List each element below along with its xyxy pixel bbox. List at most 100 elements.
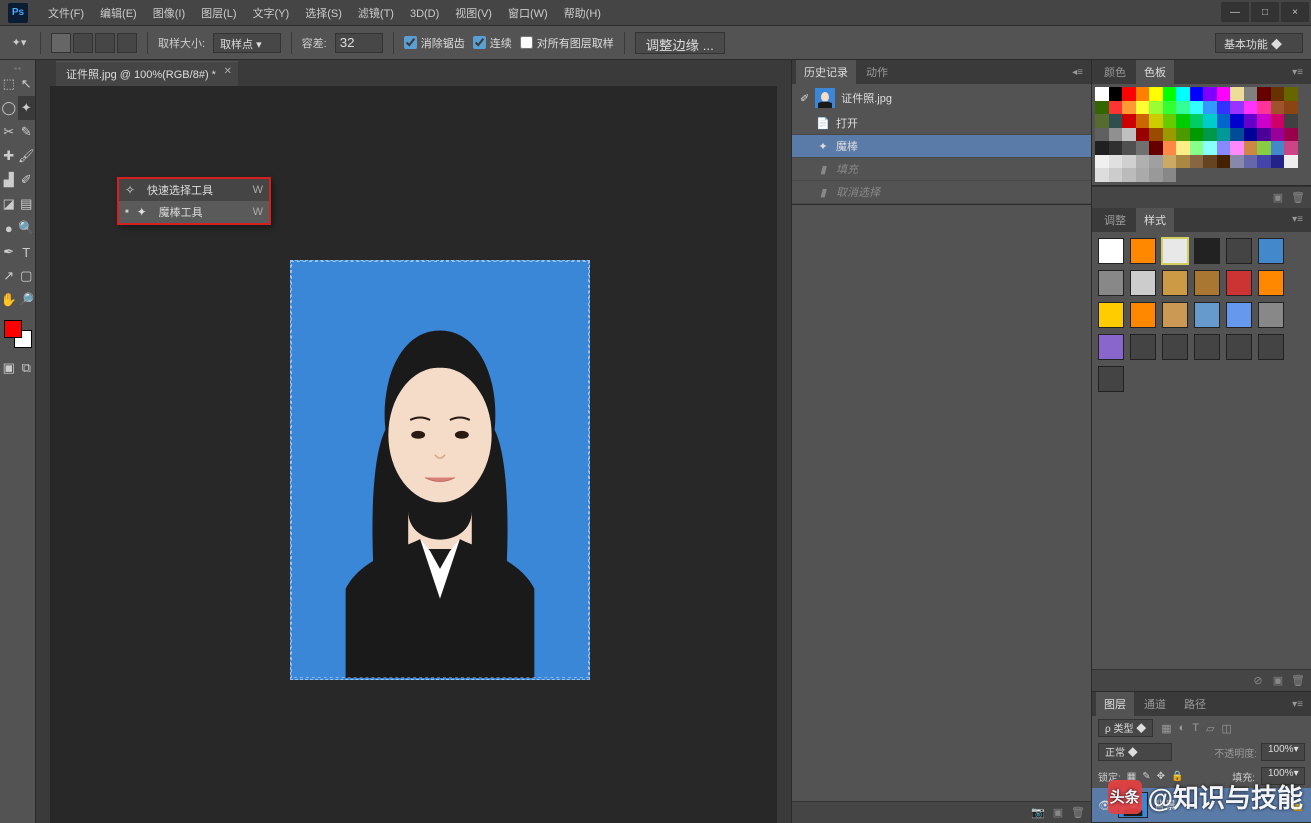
toolbar-collapse[interactable] [36, 60, 50, 823]
swatch[interactable] [1163, 114, 1177, 128]
swatch[interactable] [1271, 155, 1285, 169]
swatch[interactable] [1271, 101, 1285, 115]
style-preset[interactable] [1162, 302, 1188, 328]
swatch[interactable] [1163, 141, 1177, 155]
stamp-tool[interactable]: ▟ [0, 168, 18, 192]
style-preset[interactable] [1130, 238, 1156, 264]
swatch[interactable] [1203, 141, 1217, 155]
swatch[interactable] [1136, 128, 1150, 142]
swatch[interactable] [1149, 168, 1163, 182]
swatch[interactable] [1217, 87, 1231, 101]
swatch[interactable] [1244, 101, 1258, 115]
style-preset[interactable] [1162, 270, 1188, 296]
swatch[interactable] [1163, 155, 1177, 169]
swatch[interactable] [1271, 114, 1285, 128]
style-preset[interactable] [1130, 334, 1156, 360]
style-preset[interactable] [1258, 334, 1284, 360]
swatch[interactable] [1136, 155, 1150, 169]
delete-swatch-icon[interactable]: 🗑 [1291, 190, 1305, 204]
path-select-tool[interactable]: ↗ [0, 264, 18, 288]
swatch[interactable] [1109, 114, 1123, 128]
swatch[interactable] [1203, 114, 1217, 128]
swatch[interactable] [1095, 87, 1109, 101]
tab-channels[interactable]: 通道 [1136, 692, 1174, 716]
style-preset[interactable] [1258, 270, 1284, 296]
swatch[interactable] [1190, 141, 1204, 155]
filter-shape-icon[interactable]: ▱ [1206, 722, 1214, 735]
history-brush-tool[interactable]: ✐ [18, 168, 36, 192]
swatch[interactable] [1284, 114, 1298, 128]
healing-tool[interactable]: ✚ [0, 144, 18, 168]
delete-icon[interactable]: 🗑 [1071, 806, 1085, 820]
history-row[interactable]: ✦魔棒 [792, 135, 1091, 158]
new-state-icon[interactable]: ▣ [1051, 806, 1065, 820]
new-snapshot-icon[interactable]: 📷 [1031, 806, 1045, 820]
new-swatch-icon[interactable]: ▣ [1271, 190, 1285, 204]
tab-adjustments[interactable]: 调整 [1096, 208, 1134, 232]
style-preset[interactable] [1130, 270, 1156, 296]
swatch[interactable] [1244, 114, 1258, 128]
swatch[interactable] [1136, 168, 1150, 182]
antialias-checkbox[interactable]: 消除锯齿 [404, 35, 465, 51]
brush-tool[interactable]: 🖌 [18, 144, 36, 168]
swatch[interactable] [1203, 101, 1217, 115]
history-document-row[interactable]: ✐ 证件照.jpg [792, 84, 1091, 112]
swatch[interactable] [1095, 114, 1109, 128]
swatch[interactable] [1095, 168, 1109, 182]
swatch[interactable] [1244, 155, 1258, 169]
pen-tool[interactable]: ✒ [0, 240, 18, 264]
swatch[interactable] [1230, 155, 1244, 169]
swatch[interactable] [1109, 168, 1123, 182]
panel-menu-icon[interactable]: ▾≡ [1288, 214, 1307, 225]
panel-menu-icon[interactable]: ▾≡ [1288, 67, 1307, 78]
style-preset[interactable] [1162, 238, 1188, 264]
swatch[interactable] [1149, 155, 1163, 169]
swatch[interactable] [1257, 141, 1271, 155]
swatch[interactable] [1163, 128, 1177, 142]
swatch[interactable] [1257, 101, 1271, 115]
all-layers-checkbox[interactable]: 对所有图层取样 [520, 35, 614, 51]
quickmask-toggle[interactable]: ▣ [0, 356, 18, 380]
style-preset[interactable] [1226, 270, 1252, 296]
crop-tool[interactable]: ✂ [0, 120, 18, 144]
menu-item[interactable]: 帮助(H) [556, 8, 609, 20]
swatch[interactable] [1149, 101, 1163, 115]
style-preset[interactable] [1194, 334, 1220, 360]
selection-add[interactable] [73, 33, 93, 53]
swatch[interactable] [1109, 87, 1123, 101]
delete-style-icon[interactable]: 🗑 [1291, 674, 1305, 688]
style-preset[interactable] [1258, 302, 1284, 328]
swatch[interactable] [1284, 87, 1298, 101]
minimize-button[interactable]: — [1221, 2, 1249, 22]
refine-edge-button[interactable]: 调整边缘 ... [635, 32, 725, 54]
menu-item[interactable]: 滤镜(T) [350, 8, 402, 20]
swatch[interactable] [1284, 141, 1298, 155]
tab-actions[interactable]: 动作 [858, 60, 896, 84]
swatch[interactable] [1122, 87, 1136, 101]
swatch[interactable] [1176, 141, 1190, 155]
swatch[interactable] [1284, 128, 1298, 142]
screen-mode[interactable]: ⧉ [18, 356, 36, 380]
menu-item[interactable]: 编辑(E) [92, 8, 145, 20]
menu-item[interactable]: 视图(V) [447, 8, 500, 20]
eraser-tool[interactable]: ◪ [0, 192, 18, 216]
swatch[interactable] [1190, 101, 1204, 115]
style-preset[interactable] [1194, 270, 1220, 296]
style-preset[interactable] [1098, 302, 1124, 328]
blend-mode-select[interactable]: 正常 ◆ [1098, 743, 1172, 761]
swatch[interactable] [1122, 101, 1136, 115]
swatch[interactable] [1136, 101, 1150, 115]
swatch[interactable] [1149, 114, 1163, 128]
move-tool[interactable]: ↖ [18, 72, 36, 96]
eyedropper-tool[interactable]: ✎ [18, 120, 36, 144]
swatch[interactable] [1122, 141, 1136, 155]
maximize-button[interactable]: □ [1251, 2, 1279, 22]
swatch[interactable] [1163, 87, 1177, 101]
menu-item[interactable]: 窗口(W) [500, 8, 556, 20]
swatch[interactable] [1230, 114, 1244, 128]
swatch[interactable] [1271, 128, 1285, 142]
tab-layers[interactable]: 图层 [1096, 692, 1134, 716]
close-tab-icon[interactable]: ✕ [224, 66, 232, 77]
swatch[interactable] [1190, 155, 1204, 169]
history-row[interactable]: ▮填充 [792, 158, 1091, 181]
